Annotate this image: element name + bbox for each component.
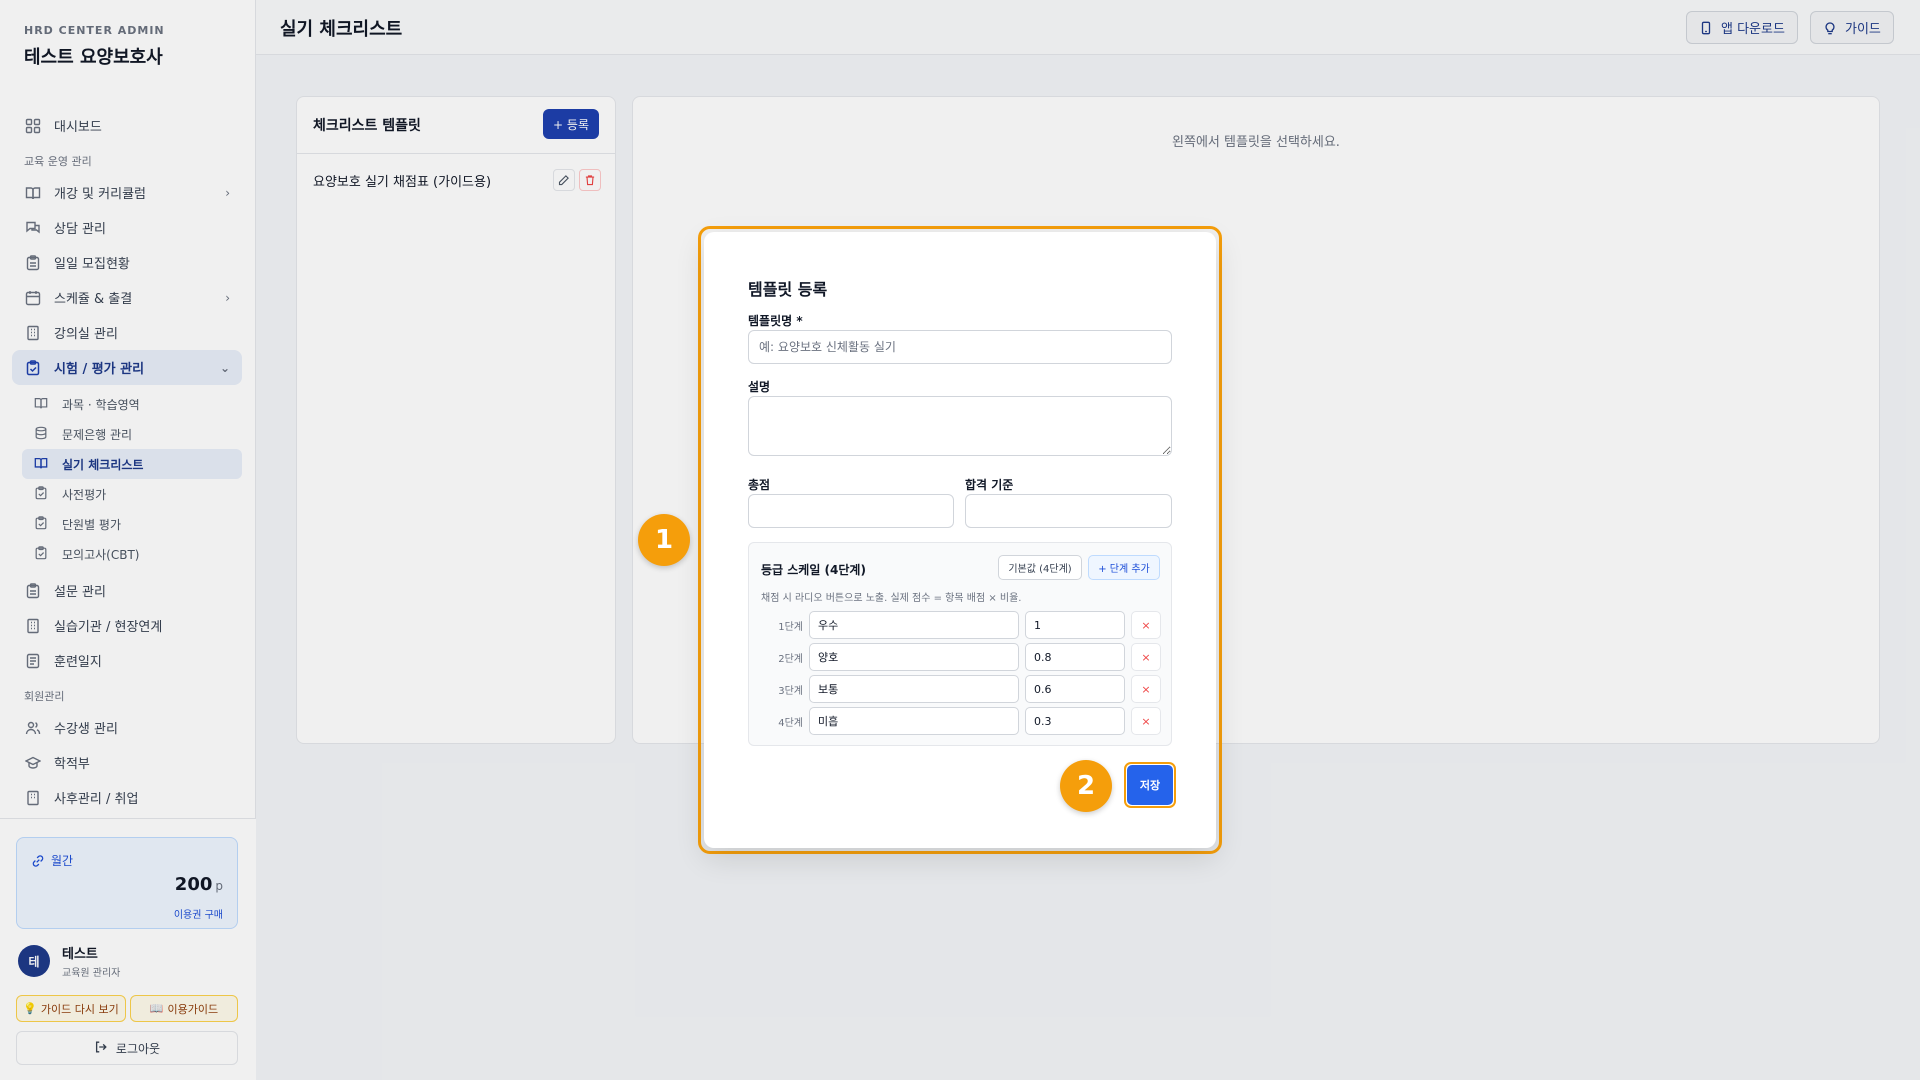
template-name-label: 템플릿명 *	[748, 314, 803, 328]
default-scale-button[interactable]: 기본값 (4단계)	[998, 555, 1082, 580]
description-textarea[interactable]	[748, 396, 1172, 456]
scale-row: 4단계 ×	[761, 707, 1161, 735]
modal-title: 템플릿 등록	[748, 280, 828, 299]
pass-criteria-input[interactable]	[965, 494, 1172, 528]
template-register-modal: 템플릿 등록 템플릿명 * 설명 총점 합격 기준 등급 스케일 (4단계) 기…	[704, 232, 1216, 848]
scale-row: 1단계 ×	[761, 611, 1161, 639]
pass-criteria-label: 합격 기준	[965, 478, 1014, 492]
stage-ratio-input[interactable]	[1025, 611, 1125, 639]
add-stage-button[interactable]: + 단계 추가	[1088, 555, 1160, 580]
scale-row: 3단계 ×	[761, 675, 1161, 703]
delete-stage-button[interactable]: ×	[1131, 611, 1161, 639]
stage-label: 4단계	[778, 717, 803, 729]
scale-row: 2단계 ×	[761, 643, 1161, 671]
grade-scale-help: 채점 시 라디오 버튼으로 노출. 실제 점수 = 항목 배점 × 비율.	[761, 593, 1022, 604]
step-callout-2: 2	[1060, 760, 1112, 812]
stage-label: 1단계	[778, 621, 803, 633]
stage-name-input[interactable]	[809, 675, 1019, 703]
save-button[interactable]: 저장	[1127, 765, 1173, 805]
total-score-input[interactable]	[748, 494, 954, 528]
template-name-input[interactable]	[748, 330, 1172, 364]
grade-scale-section: 등급 스케일 (4단계) 기본값 (4단계) + 단계 추가 채점 시 라디오 …	[748, 542, 1172, 746]
stage-name-input[interactable]	[809, 707, 1019, 735]
stage-ratio-input[interactable]	[1025, 707, 1125, 735]
delete-stage-button[interactable]: ×	[1131, 643, 1161, 671]
stage-label: 2단계	[778, 653, 803, 665]
total-score-label: 총점	[748, 478, 771, 492]
step-callout-1: 1	[638, 514, 690, 566]
stage-name-input[interactable]	[809, 611, 1019, 639]
delete-stage-button[interactable]: ×	[1131, 707, 1161, 735]
stage-ratio-input[interactable]	[1025, 643, 1125, 671]
grade-scale-title: 등급 스케일 (4단계)	[761, 563, 866, 577]
delete-stage-button[interactable]: ×	[1131, 675, 1161, 703]
stage-label: 3단계	[778, 685, 803, 697]
description-label: 설명	[748, 380, 771, 394]
stage-name-input[interactable]	[809, 643, 1019, 671]
stage-ratio-input[interactable]	[1025, 675, 1125, 703]
